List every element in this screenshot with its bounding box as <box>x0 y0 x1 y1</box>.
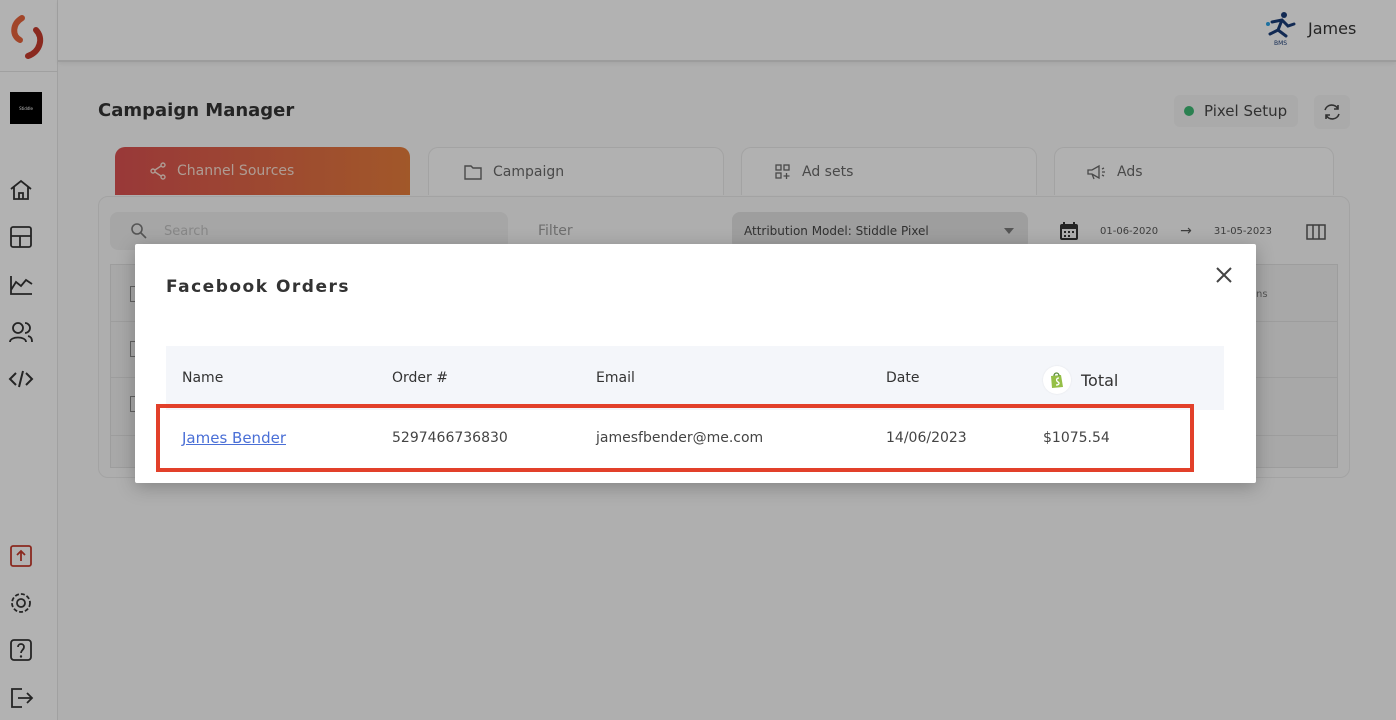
orders-table-header: Name Order # Email Date Total <box>166 346 1224 410</box>
column-header-total: Total <box>1043 366 1118 394</box>
row-highlight-box <box>156 404 1194 472</box>
column-header-date: Date <box>886 370 920 386</box>
column-header-name: Name <box>182 370 224 386</box>
close-icon[interactable] <box>1213 264 1235 286</box>
column-header-total-label: Total <box>1081 370 1119 390</box>
modal-title: Facebook Orders <box>166 277 350 297</box>
column-header-email: Email <box>596 370 635 386</box>
shopify-icon <box>1043 366 1071 394</box>
column-header-order: Order # <box>392 370 448 386</box>
